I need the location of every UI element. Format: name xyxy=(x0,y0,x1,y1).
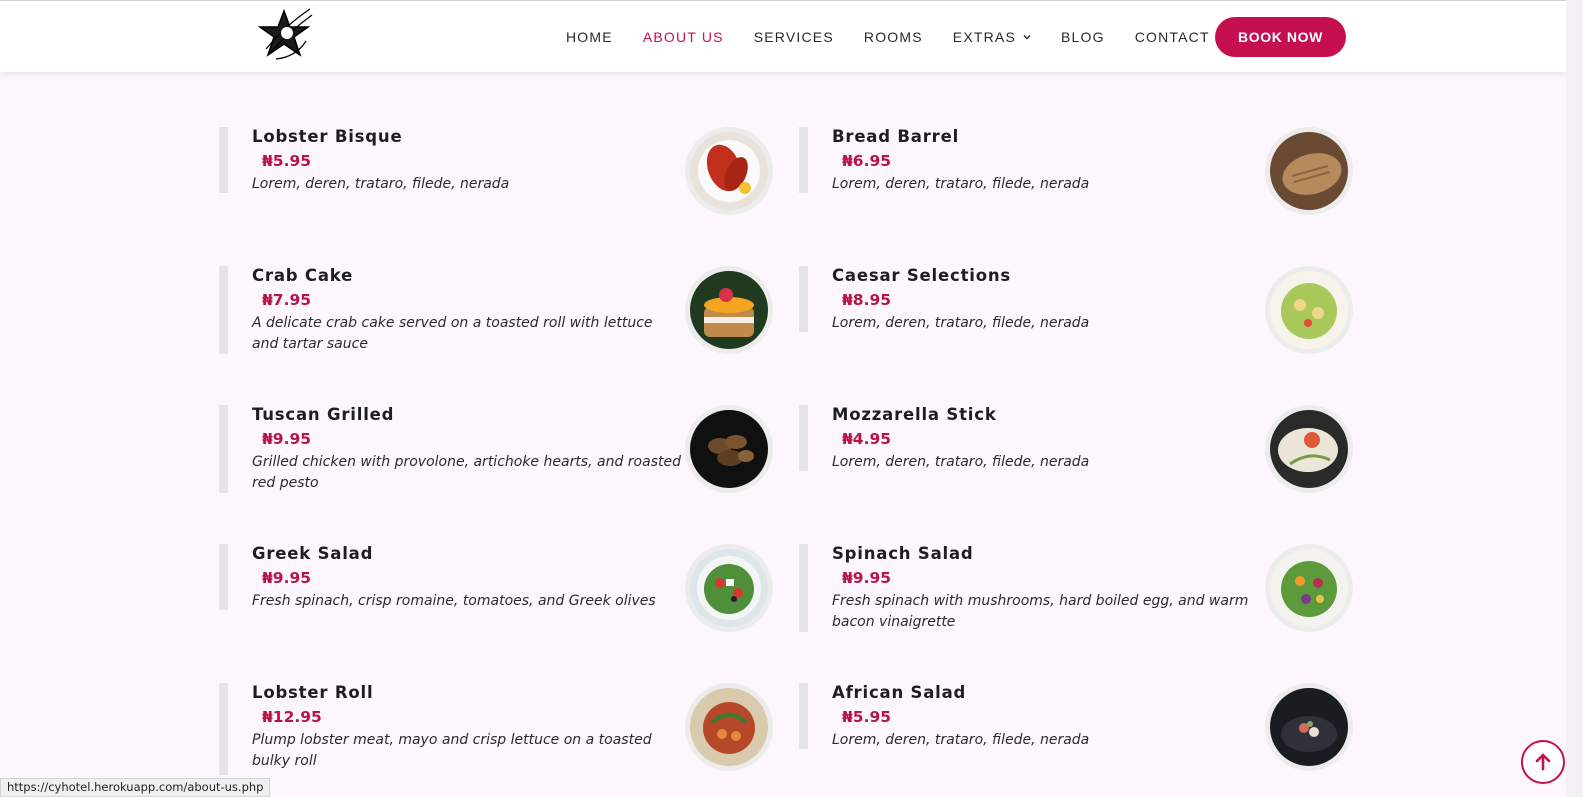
scrollbar[interactable] xyxy=(1566,0,1583,797)
nav-extras[interactable]: EXTRAS xyxy=(953,29,1031,45)
accent-bar xyxy=(219,544,228,610)
header: HOME ABOUT US SERVICES ROOMS EXTRAS BLOG… xyxy=(0,0,1566,72)
menu-item-description: A delicate crab cake served on a toasted… xyxy=(252,315,653,352)
nav-extras-label: EXTRAS xyxy=(952,29,1016,45)
menu-item-name: Tuscan Grilled xyxy=(252,405,395,424)
menu-item-description: Lorem, deren, trataro, filede, nerada xyxy=(832,176,1090,192)
menu-item-price: ₦9.95 xyxy=(842,569,892,587)
grilled-chicken-image xyxy=(685,405,773,493)
status-bar-url: https://cyhotel.herokuapp.com/about-us.p… xyxy=(0,778,271,797)
greek-salad-image xyxy=(685,544,773,632)
mozzarella-image xyxy=(1265,405,1353,493)
menu-item-price: ₦12.95 xyxy=(262,708,322,726)
menu-item-name: Crab Cake xyxy=(252,266,354,285)
menu-item-price: ₦7.95 xyxy=(262,291,312,309)
accent-bar xyxy=(799,266,808,332)
menu-item-description: Fresh spinach with mushrooms, hard boile… xyxy=(832,593,1249,630)
african-salad-image xyxy=(1265,683,1353,771)
menu-item-name: Lobster Bisque xyxy=(252,127,403,146)
menu-item-price: ₦4.95 xyxy=(842,430,892,448)
spinach-salad-image xyxy=(1265,544,1353,632)
hotel-logo[interactable] xyxy=(256,5,316,63)
nav-services[interactable]: SERVICES xyxy=(754,29,834,45)
menu-item-name: African Salad xyxy=(832,683,967,702)
menu-item-price: ₦5.95 xyxy=(262,152,312,170)
menu-item-price: ₦9.95 xyxy=(262,430,312,448)
menu-item-name: Lobster Roll xyxy=(252,683,374,702)
menu-item-name: Greek Salad xyxy=(252,544,374,563)
menu-item-description: Lorem, deren, trataro, filede, nerada xyxy=(832,732,1090,748)
accent-bar xyxy=(799,127,808,193)
chevron-down-icon xyxy=(1023,35,1031,40)
menu-item-name: Mozzarella Stick xyxy=(832,405,997,424)
accent-bar xyxy=(219,127,228,193)
main-nav: HOME ABOUT US SERVICES ROOMS EXTRAS BLOG… xyxy=(566,1,1266,73)
nav-home[interactable]: HOME xyxy=(566,29,613,45)
lobster-roll-image xyxy=(685,683,773,771)
caesar-salad-image xyxy=(1265,266,1353,354)
cake-image xyxy=(685,266,773,354)
menu-item-price: ₦6.95 xyxy=(842,152,892,170)
accent-bar xyxy=(219,405,228,493)
bread-image xyxy=(1265,127,1353,215)
menu-item-name: Bread Barrel xyxy=(832,127,960,146)
nav-blog[interactable]: BLOG xyxy=(1061,29,1105,45)
nav-about-us[interactable]: ABOUT US xyxy=(643,29,724,45)
menu-item-description: Fresh spinach, crisp romaine, tomatoes, … xyxy=(252,593,656,609)
menu-item-description: Lorem, deren, trataro, filede, nerada xyxy=(832,454,1090,470)
menu-item-description: Lorem, deren, trataro, filede, nerada xyxy=(832,315,1090,331)
back-to-top-button[interactable] xyxy=(1521,740,1565,784)
accent-bar xyxy=(799,544,808,632)
book-now-button[interactable]: BOOK NOW xyxy=(1215,17,1346,57)
menu-item-price: ₦8.95 xyxy=(842,291,892,309)
menu-item-name: Spinach Salad xyxy=(832,544,974,563)
accent-bar xyxy=(799,683,808,749)
menu-item-price: ₦9.95 xyxy=(262,569,312,587)
accent-bar xyxy=(219,266,228,354)
menu-item-price: ₦5.95 xyxy=(842,708,892,726)
menu-item-description: Grilled chicken with provolone, artichok… xyxy=(252,454,681,491)
lobster-dish-image xyxy=(685,127,773,215)
nav-rooms[interactable]: ROOMS xyxy=(864,29,923,45)
accent-bar xyxy=(219,683,228,775)
arrow-up-icon xyxy=(1535,753,1551,771)
menu-item-description: Plump lobster meat, mayo and crisp lettu… xyxy=(252,732,652,769)
menu-item-name: Caesar Selections xyxy=(832,266,1012,285)
menu-item-description: Lorem, deren, trataro, filede, nerada xyxy=(252,176,510,192)
accent-bar xyxy=(799,405,808,471)
